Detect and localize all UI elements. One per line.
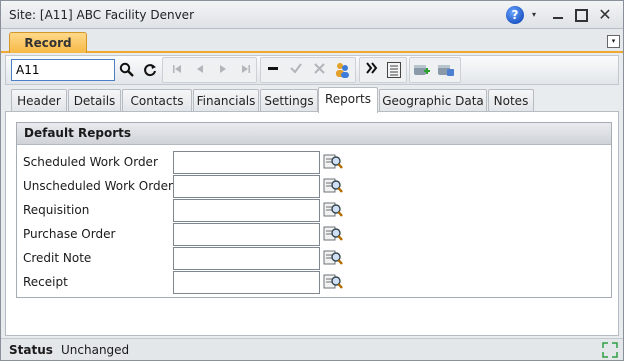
report-label: Credit Note — [23, 251, 92, 265]
tab-contacts[interactable]: Contacts — [122, 89, 192, 112]
tab-details[interactable]: Details — [68, 89, 121, 112]
requisition-field[interactable] — [173, 199, 320, 222]
record-toolbar — [5, 55, 619, 85]
tab-settings[interactable]: Settings — [260, 89, 318, 112]
window-title: Site: [A11] ABC Facility Denver — [9, 8, 194, 22]
refresh-icon — [144, 64, 156, 77]
minus-icon — [268, 67, 278, 70]
lookup-icon[interactable] — [323, 153, 343, 171]
ribbon-tabstrip: Record ▾ — [1, 29, 623, 53]
magnifier-icon — [119, 62, 134, 77]
report-label: Requisition — [23, 203, 90, 217]
tab-notes[interactable]: Notes — [488, 89, 534, 112]
maximize-icon[interactable] — [571, 6, 589, 24]
last-record-button[interactable] — [235, 59, 257, 81]
double-chevron-right-icon — [366, 62, 378, 74]
save-button[interactable] — [285, 59, 307, 81]
tab-reports[interactable]: Reports — [318, 87, 378, 113]
status-bar: Status Unchanged — [1, 338, 623, 360]
first-icon — [173, 65, 181, 73]
add-record-db-button[interactable] — [411, 59, 433, 81]
tab-financials[interactable]: Financials — [193, 89, 259, 112]
credit-note-field[interactable] — [173, 247, 320, 270]
record-code-input[interactable] — [11, 59, 115, 81]
next-record-button[interactable] — [212, 59, 234, 81]
previous-record-button[interactable] — [189, 59, 211, 81]
title-bar: Site: [A11] ABC Facility Denver ? ▾ ✕ — [1, 1, 623, 29]
lookup-icon[interactable] — [323, 177, 343, 195]
help-icon[interactable]: ? — [506, 6, 524, 24]
site-window: Site: [A11] ABC Facility Denver ? ▾ ✕ Re… — [0, 0, 624, 361]
cancel-button[interactable] — [308, 59, 330, 81]
tab-geographic-data[interactable]: Geographic Data — [379, 89, 487, 112]
database-add-icon — [414, 65, 430, 75]
reports-panel: Default Reports Scheduled Work Order Uns… — [5, 111, 619, 336]
next-icon — [220, 65, 226, 73]
refresh-button[interactable] — [139, 59, 161, 81]
check-icon — [290, 63, 302, 74]
search-button[interactable] — [116, 59, 138, 81]
lookup-icon[interactable] — [323, 249, 343, 267]
record-tab[interactable]: Record — [9, 32, 87, 53]
ribbon-menu-icon[interactable]: ▾ — [607, 35, 620, 48]
database-icon — [438, 65, 454, 76]
tab-header[interactable]: Header — [11, 89, 67, 112]
close-icon[interactable]: ✕ — [596, 6, 614, 24]
purchase-order-field[interactable] — [173, 223, 320, 246]
unscheduled-work-order-field[interactable] — [173, 175, 320, 198]
group-title: Default Reports — [17, 123, 611, 145]
lookup-icon[interactable] — [323, 273, 343, 291]
expand-button[interactable] — [361, 59, 383, 81]
chevron-down-icon[interactable]: ▾ — [529, 6, 539, 24]
status-value: Unchanged — [61, 343, 130, 357]
users-button[interactable] — [331, 59, 353, 81]
record-db-button[interactable] — [435, 59, 457, 81]
users-icon — [336, 63, 349, 78]
cross-icon — [313, 63, 325, 74]
report-label: Unscheduled Work Order — [23, 179, 173, 193]
resize-grip-icon[interactable] — [601, 341, 619, 359]
minimize-icon[interactable] — [549, 6, 567, 24]
status-label: Status — [9, 343, 53, 357]
lookup-icon[interactable] — [323, 225, 343, 243]
first-record-button[interactable] — [166, 59, 188, 81]
remove-button[interactable] — [262, 59, 284, 81]
report-label: Purchase Order — [23, 227, 116, 241]
list-icon — [387, 62, 401, 78]
scheduled-work-order-field[interactable] — [173, 151, 320, 174]
list-view-button[interactable] — [383, 59, 405, 81]
report-label: Scheduled Work Order — [23, 155, 158, 169]
last-icon — [242, 65, 250, 73]
default-reports-group: Default Reports Scheduled Work Order Uns… — [16, 122, 612, 298]
receipt-field[interactable] — [173, 271, 320, 294]
lookup-icon[interactable] — [323, 201, 343, 219]
previous-icon — [197, 65, 203, 73]
report-label: Receipt — [23, 275, 68, 289]
